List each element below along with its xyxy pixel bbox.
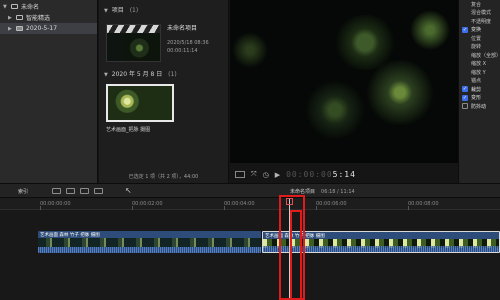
timeline-project-info: 未命名项目 06:18 / 11:14: [290, 189, 355, 195]
inspector-label: 缩放 Y: [471, 69, 486, 76]
disclosure-open-icon[interactable]: ▼: [3, 4, 8, 10]
inspector-label: 位置: [471, 35, 482, 42]
inspector-row[interactable]: 缩放 X: [459, 60, 500, 69]
inspector-label: 防抖动: [471, 103, 487, 110]
highlight-box: [290, 210, 302, 300]
connect-clip-icon[interactable]: [52, 188, 61, 194]
inspector-row[interactable]: 不透明度: [459, 17, 500, 26]
foliage-shape: [405, 10, 455, 50]
ruler-tick-label: 00:00:04:00: [224, 201, 255, 207]
project-preview: [125, 34, 160, 61]
media-browser: ▼ 项目 (1) 未命名项目 2020/5/18 08:36 00:00:11:…: [99, 0, 229, 183]
inspector-label: 变形: [471, 95, 482, 102]
inspector-row[interactable]: 缩放（全部）: [459, 51, 500, 60]
inspector-label: 混合模式: [471, 10, 492, 17]
transform-tool-icon[interactable]: ⤧: [251, 170, 257, 179]
overwrite-clip-icon[interactable]: [94, 188, 103, 194]
inspector-label: 裁剪: [471, 86, 482, 93]
ruler-tick: [408, 206, 409, 210]
disclosure-open-icon[interactable]: ▼: [104, 8, 108, 14]
clip-thumbnail[interactable]: [106, 84, 174, 122]
date-section-header[interactable]: ▼ 2020 年 5 月 8 日 (1): [104, 69, 177, 78]
inspector-panel: 复合 混合模式 不透明度 ✓ 变换 位置 旋转 缩放（全部） 缩放 X 缩放 Y 锚点 ✓ 裁剪 ✓ 变形防…: [458, 0, 500, 183]
folder-icon: [16, 15, 23, 20]
clip-filmstrip: [38, 238, 261, 247]
clip-audio-waveform: [38, 247, 261, 253]
clapperboard-icon: [107, 25, 160, 33]
viewer: ⤧ ◷ ▶ 00:00:005:14: [230, 0, 458, 183]
inspector-row[interactable]: 缩放 Y: [459, 68, 500, 77]
foliage-shape: [230, 30, 270, 70]
disclosure-closed-icon[interactable]: ▶: [8, 26, 13, 32]
library-label: 2020-5-17: [26, 25, 58, 32]
library-label: 智能精选: [26, 15, 51, 22]
library-item-untitled[interactable]: ▼ 未命名: [0, 1, 97, 12]
inspector-row[interactable]: ✓ 变形: [459, 94, 500, 103]
libraries-sidebar: ▼ 未命名 ▶ 智能精选 ▶ 2020-5-17: [0, 0, 98, 183]
ruler-tick: [132, 206, 133, 210]
timeline-toolbar: 索引 ↖ 未命名项目 06:18 / 11:14: [0, 183, 500, 198]
ruler-tick-label: 00:00:02:00: [132, 201, 163, 207]
project-thumbnail[interactable]: [106, 24, 161, 62]
playhead-timecode: 00:00:005:14: [286, 170, 356, 179]
foliage-shape: [300, 80, 370, 140]
timeline-ruler[interactable]: 00:00:00:00 00:00:02:00 00:00:04:00 00:00:0…: [0, 198, 500, 210]
library-icon: [11, 4, 18, 9]
checkbox-checked-icon[interactable]: ✓: [462, 94, 468, 101]
ruler-tick-label: 00:00:00:00: [40, 201, 71, 207]
project-duration: 00:00:11:14: [167, 48, 198, 54]
viewer-frame[interactable]: [230, 0, 458, 163]
checkbox-unchecked-icon[interactable]: [462, 103, 468, 110]
disclosure-open-icon[interactable]: ▼: [104, 72, 108, 78]
event-icon: [16, 26, 23, 31]
project-title[interactable]: 未命名项目: [167, 23, 197, 32]
timeline-clip[interactable]: 艺术画面 森林 竹子 把脉 摄图: [38, 231, 261, 253]
projects-section-header[interactable]: ▼ 项目 (1): [104, 5, 138, 14]
inspector-row[interactable]: ✓ 变换: [459, 26, 500, 35]
ruler-tick: [316, 206, 317, 210]
ruler-tick: [224, 206, 225, 210]
inspector-row[interactable]: 锚点: [459, 77, 500, 86]
library-label: 未命名: [21, 4, 40, 11]
foliage-shape: [360, 60, 440, 125]
section-count: (1): [129, 7, 139, 14]
inspector-label: 不透明度: [471, 18, 492, 25]
inspector-label: 缩放 X: [471, 61, 487, 68]
inspector-row[interactable]: 旋转: [459, 43, 500, 52]
select-tool-icon[interactable]: ↖: [125, 186, 132, 195]
inspector-label: 锚点: [471, 78, 482, 85]
append-clip-icon[interactable]: [80, 188, 89, 194]
disclosure-closed-icon[interactable]: ▶: [8, 15, 13, 21]
view-options-icon[interactable]: [235, 171, 245, 178]
index-button[interactable]: 索引: [18, 188, 28, 195]
inspector-label: 缩放（全部）: [471, 52, 500, 59]
inspector-row[interactable]: ✓ 裁剪: [459, 85, 500, 94]
play-button[interactable]: ▶: [275, 171, 280, 179]
section-count: (1): [168, 71, 177, 78]
ruler-tick: [40, 206, 41, 210]
section-title: 2020 年 5 月 8 日: [111, 71, 163, 78]
selection-status: 已选定 1 项（共 2 项），44:00: [128, 174, 199, 180]
checkbox-checked-icon[interactable]: ✓: [462, 26, 468, 33]
library-item-event[interactable]: ▶ 2020-5-17: [0, 23, 97, 34]
inspector-label: 变换: [471, 27, 482, 34]
section-title: 项目: [111, 7, 124, 14]
checkbox-checked-icon[interactable]: ✓: [462, 86, 468, 93]
ruler-tick-label: 00:00:08:00: [408, 201, 439, 207]
project-date: 2020/5/18 08:36: [167, 40, 209, 46]
library-item-smart-collections[interactable]: ▶ 智能精选: [0, 12, 97, 23]
ruler-tick-label: 00:00:06:00: [316, 201, 347, 207]
inspector-label: 复合: [471, 1, 482, 8]
viewer-controls: ⤧ ◷ ▶ 00:00:005:14: [230, 166, 458, 183]
inspector-row[interactable]: 复合: [459, 0, 500, 9]
inspector-row[interactable]: 混合模式: [459, 9, 500, 18]
inspector-row[interactable]: 防抖动: [459, 102, 500, 111]
clip-label: 艺术画面 森林 竹子 把脉 摄图: [40, 233, 100, 238]
inspector-label: 旋转: [471, 44, 482, 51]
clip-caption: 艺术画面_把脉 摄图: [106, 127, 151, 133]
inspector-row[interactable]: 位置: [459, 34, 500, 43]
speed-icon[interactable]: ◷: [263, 171, 269, 179]
insert-clip-icon[interactable]: [66, 188, 75, 194]
